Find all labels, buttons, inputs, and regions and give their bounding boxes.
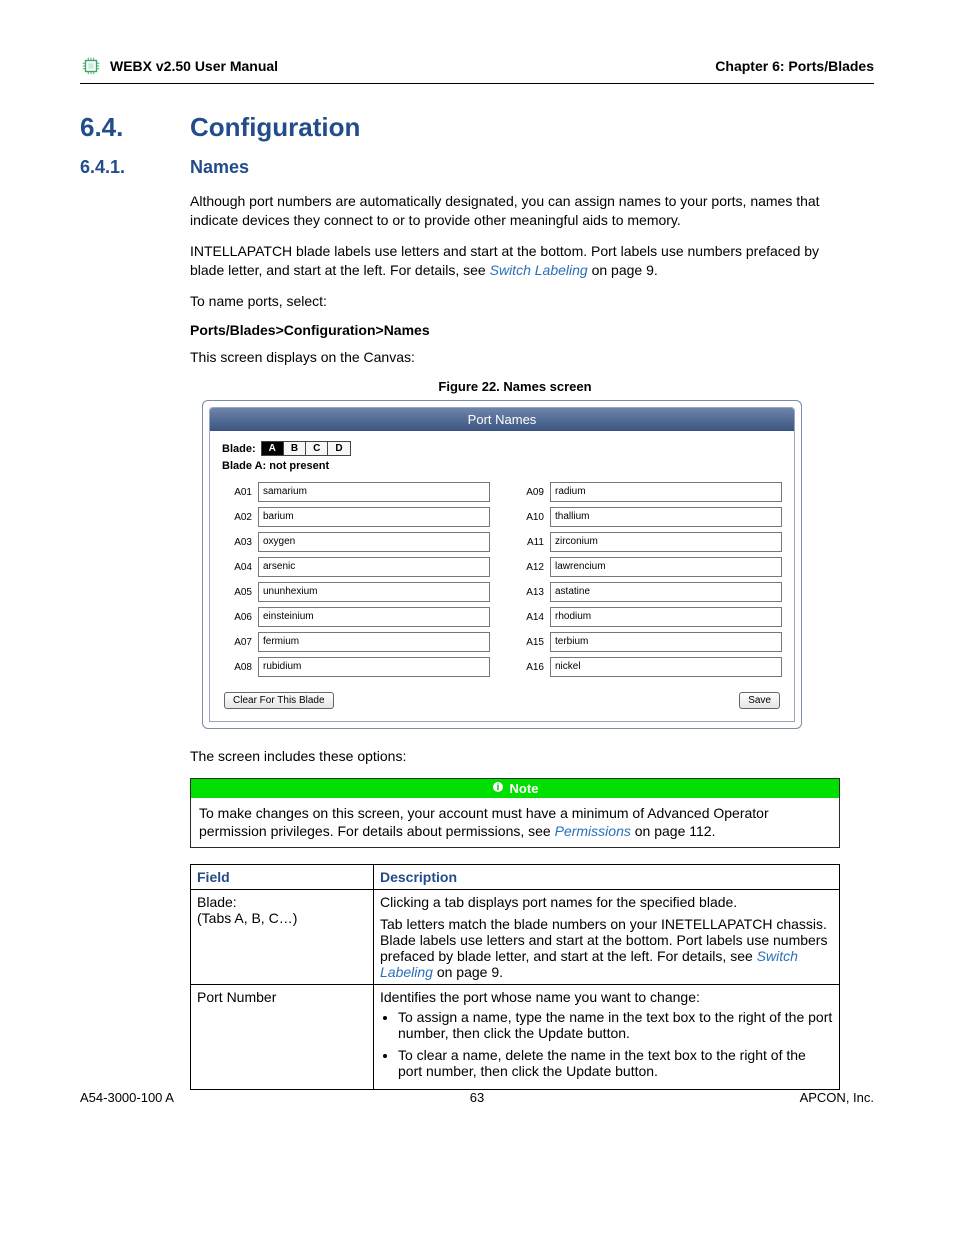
paragraph: To name ports, select:: [190, 292, 840, 311]
paragraph: Although port numbers are automatically …: [190, 192, 840, 230]
port-id-label: A05: [222, 587, 252, 598]
table-header-description: Description: [374, 864, 840, 889]
port-row: A13: [514, 582, 782, 602]
port-name-input[interactable]: [550, 482, 782, 502]
port-name-input[interactable]: [550, 507, 782, 527]
port-name-input[interactable]: [550, 557, 782, 577]
port-row: A02: [222, 507, 490, 527]
port-id-label: A11: [514, 537, 544, 548]
note-body: To make changes on this screen, your acc…: [191, 798, 839, 846]
paragraph: The screen includes these options:: [190, 747, 840, 766]
port-name-input[interactable]: [550, 657, 782, 677]
port-id-label: A12: [514, 562, 544, 573]
link-switch-labeling[interactable]: Switch Labeling: [490, 262, 588, 278]
port-id-label: A07: [222, 637, 252, 648]
port-row: A12: [514, 557, 782, 577]
port-name-input[interactable]: [550, 582, 782, 602]
port-id-label: A03: [222, 537, 252, 548]
port-name-input[interactable]: [258, 557, 490, 577]
port-row: A06: [222, 607, 490, 627]
port-id-label: A16: [514, 662, 544, 673]
blade-tab-d[interactable]: D: [327, 441, 350, 456]
page-header: WEBX v2.50 User Manual Chapter 6: Ports/…: [80, 55, 874, 84]
info-icon: i: [492, 781, 504, 796]
port-id-label: A04: [222, 562, 252, 573]
port-name-input[interactable]: [258, 482, 490, 502]
port-id-label: A10: [514, 512, 544, 523]
port-name-input[interactable]: [258, 607, 490, 627]
table-header-field: Field: [191, 864, 374, 889]
blade-status: Blade A: not present: [222, 460, 782, 472]
port-row: A14: [514, 607, 782, 627]
port-row: A07: [222, 632, 490, 652]
port-name-input[interactable]: [258, 657, 490, 677]
port-row: A16: [514, 657, 782, 677]
field-description-table: Field Description Blade: (Tabs A, B, C…)…: [190, 864, 840, 1090]
panel-title: Port Names: [210, 408, 794, 431]
table-row: Port Number Identifies the port whose na…: [191, 984, 840, 1089]
port-id-label: A01: [222, 487, 252, 498]
port-names-panel: Port Names Blade: A B C D Blade A: not p…: [202, 400, 802, 729]
port-name-input[interactable]: [550, 632, 782, 652]
port-row: A03: [222, 532, 490, 552]
blade-tab-a[interactable]: A: [261, 441, 284, 456]
clear-blade-button[interactable]: Clear For This Blade: [224, 692, 334, 709]
port-name-input[interactable]: [258, 582, 490, 602]
port-id-label: A02: [222, 512, 252, 523]
port-name-input[interactable]: [258, 632, 490, 652]
figure-caption: Figure 22. Names screen: [190, 379, 840, 394]
port-id-label: A06: [222, 612, 252, 623]
port-row: A15: [514, 632, 782, 652]
paragraph: INTELLAPATCH blade labels use letters an…: [190, 242, 840, 280]
port-row: A11: [514, 532, 782, 552]
port-id-label: A09: [514, 487, 544, 498]
subsection-title: Names: [190, 157, 249, 178]
page-footer: A54-3000-100 A 63 APCON, Inc.: [80, 1090, 874, 1105]
note-title: Note: [510, 781, 539, 796]
header-left: WEBX v2.50 User Manual: [110, 58, 278, 74]
header-right: Chapter 6: Ports/Blades: [715, 58, 874, 74]
paragraph: This screen displays on the Canvas:: [190, 348, 840, 367]
port-name-input[interactable]: [258, 507, 490, 527]
port-row: A09: [514, 482, 782, 502]
port-row: A01: [222, 482, 490, 502]
port-id-label: A08: [222, 662, 252, 673]
port-name-input[interactable]: [258, 532, 490, 552]
port-row: A05: [222, 582, 490, 602]
port-id-label: A15: [514, 637, 544, 648]
section-number: 6.4.: [80, 112, 190, 143]
smallcaps-text: INTELLAPATCH: [190, 243, 292, 259]
section-title: Configuration: [190, 112, 360, 143]
blade-tab-c[interactable]: C: [305, 441, 328, 456]
port-row: A10: [514, 507, 782, 527]
port-name-input[interactable]: [550, 607, 782, 627]
link-permissions[interactable]: Permissions: [555, 823, 631, 839]
table-row: Blade: (Tabs A, B, C…) Clicking a tab di…: [191, 889, 840, 984]
port-id-label: A14: [514, 612, 544, 623]
blade-tab-b[interactable]: B: [283, 441, 306, 456]
port-id-label: A13: [514, 587, 544, 598]
page-number: 63: [80, 1090, 874, 1105]
subsection-heading: 6.4.1. Names: [80, 157, 874, 178]
save-button[interactable]: Save: [739, 692, 780, 709]
chip-icon: [80, 55, 102, 77]
menu-path: Ports/Blades>Configuration>Names: [190, 322, 840, 338]
blade-label: Blade:: [222, 443, 256, 455]
port-row: A04: [222, 557, 490, 577]
port-row: A08: [222, 657, 490, 677]
port-name-input[interactable]: [550, 532, 782, 552]
section-heading: 6.4. Configuration: [80, 112, 874, 143]
svg-text:i: i: [496, 782, 499, 792]
note-box: i Note To make changes on this screen, y…: [190, 778, 840, 847]
subsection-number: 6.4.1.: [80, 157, 190, 178]
